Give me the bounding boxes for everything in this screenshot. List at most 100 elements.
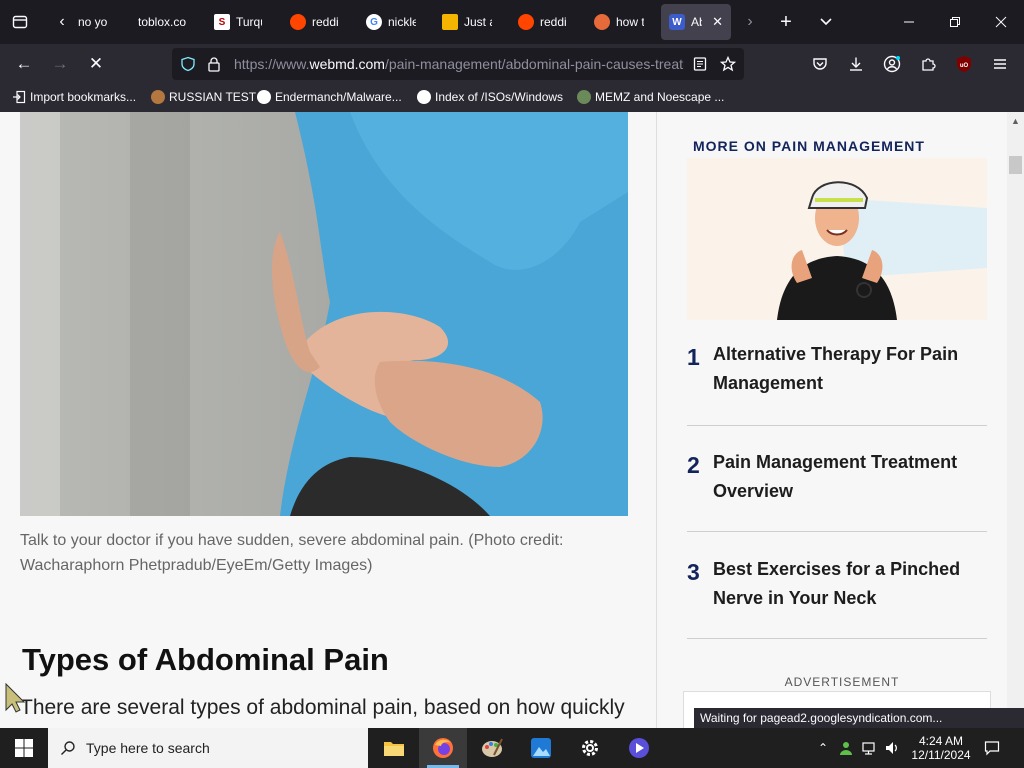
minimize-button[interactable] bbox=[895, 8, 923, 36]
bookmark-memz[interactable]: MEMZ and Noescape ... bbox=[577, 90, 724, 104]
tab-6[interactable]: reddi bbox=[510, 4, 576, 40]
firefox-view-button[interactable] bbox=[6, 8, 34, 36]
firefox-taskbar-button[interactable] bbox=[419, 728, 467, 768]
minimize-icon bbox=[904, 21, 914, 23]
bookmark-endermanch[interactable]: Endermanch/Malware... bbox=[257, 90, 402, 104]
lock-icon[interactable] bbox=[206, 56, 222, 72]
chevron-left-icon: ‹ bbox=[59, 13, 65, 30]
extensions-button[interactable] bbox=[914, 50, 942, 78]
tab-title: how t bbox=[616, 15, 644, 29]
forward-button[interactable]: → bbox=[46, 50, 74, 78]
ublock-icon: uO bbox=[957, 56, 971, 72]
bookmark-import[interactable]: Import bookmarks... bbox=[12, 90, 136, 104]
downloads-button[interactable] bbox=[842, 50, 870, 78]
shield-icon[interactable] bbox=[180, 56, 196, 72]
navigation-toolbar: ← → ✕ https://www.webmd.com/pain-managem… bbox=[0, 44, 1024, 84]
article-column: Talk to your doctor if you have sudden, … bbox=[0, 112, 656, 728]
tab-7[interactable]: how t bbox=[586, 4, 652, 40]
tab-title: Just a bbox=[464, 15, 492, 29]
tab-title: Ab bbox=[691, 15, 702, 29]
tab-title: no yo bbox=[78, 15, 108, 29]
new-tab-button[interactable]: + bbox=[772, 8, 800, 36]
paint-taskbar-button[interactable] bbox=[468, 728, 516, 768]
hamburger-menu-icon bbox=[994, 59, 1006, 69]
back-button[interactable]: ← bbox=[10, 50, 38, 78]
tab-3[interactable]: reddi bbox=[282, 4, 348, 40]
s-logo-icon: S bbox=[214, 14, 230, 30]
windows-taskbar: Type here to search ⌃ 4:24 AM 12/11/2024 bbox=[0, 728, 1024, 768]
pocket-button[interactable] bbox=[806, 50, 834, 78]
volume-icon[interactable] bbox=[884, 740, 900, 756]
clock[interactable]: 4:24 AM 12/11/2024 bbox=[906, 728, 976, 768]
video-editor-icon bbox=[629, 738, 649, 758]
section-heading: Types of Abdominal Pain bbox=[22, 642, 389, 677]
network-icon[interactable] bbox=[862, 740, 878, 756]
reader-view-icon[interactable] bbox=[692, 56, 708, 72]
star-bookmark-icon[interactable] bbox=[720, 56, 736, 72]
chevron-up-icon[interactable]: ⌃ bbox=[814, 741, 832, 755]
sidebar-heading: MORE ON PAIN MANAGEMENT bbox=[693, 138, 925, 154]
sidebar-item-link[interactable]: Alternative Therapy For Pain Management bbox=[713, 340, 983, 398]
vertical-scrollbar[interactable]: ▲ bbox=[1007, 112, 1024, 728]
item-number: 3 bbox=[687, 559, 700, 585]
cloud-icon bbox=[442, 14, 458, 30]
file-explorer-taskbar-button[interactable] bbox=[370, 728, 418, 768]
firefox-icon bbox=[433, 738, 453, 758]
restore-button[interactable] bbox=[941, 8, 969, 36]
stop-loading-button[interactable]: ✕ bbox=[82, 50, 110, 78]
globe-icon bbox=[151, 90, 165, 104]
tab-0[interactable]: no yo bbox=[70, 4, 122, 40]
folder-icon bbox=[384, 742, 404, 756]
bookmark-russian-test[interactable]: RUSSIAN TEST bbox=[151, 90, 256, 104]
notifications-button[interactable] bbox=[980, 728, 1004, 768]
search-placeholder: Type here to search bbox=[86, 740, 210, 756]
windows-logo-icon bbox=[15, 739, 33, 757]
tab-active[interactable]: W Ab ✕ bbox=[661, 4, 731, 40]
tab-title: nickle bbox=[388, 15, 416, 29]
account-button[interactable] bbox=[878, 50, 906, 78]
list-all-tabs-button[interactable] bbox=[812, 8, 840, 36]
tab-title: reddi bbox=[540, 15, 567, 29]
sidebar-item-link[interactable]: Pain Management Treatment Overview bbox=[713, 448, 983, 506]
ublock-button[interactable]: uO bbox=[950, 50, 978, 78]
search-icon bbox=[61, 741, 75, 755]
restore-icon bbox=[950, 17, 960, 27]
google-icon: G bbox=[366, 14, 382, 30]
webmd-icon: W bbox=[669, 14, 685, 30]
start-button[interactable] bbox=[0, 728, 48, 768]
url-domain: webmd.com bbox=[309, 56, 385, 72]
account-icon bbox=[883, 55, 901, 73]
item-number: 1 bbox=[687, 344, 700, 370]
sidebar-promo-image[interactable] bbox=[687, 158, 987, 320]
bookmark-isos[interactable]: Index of /ISOs/Windows bbox=[417, 90, 563, 104]
url-text[interactable]: https://www.webmd.com/pain-management/ab… bbox=[234, 56, 684, 72]
close-window-button[interactable] bbox=[987, 8, 1015, 36]
photos-taskbar-button[interactable] bbox=[517, 728, 565, 768]
close-icon: ✕ bbox=[88, 54, 104, 73]
sidebar-item-link[interactable]: Best Exercises for a Pinched Nerve in Yo… bbox=[713, 555, 983, 613]
tab-1[interactable]: toblox.co bbox=[130, 4, 196, 40]
chevron-right-icon: › bbox=[747, 13, 753, 30]
address-bar[interactable]: https://www.webmd.com/pain-management/ab… bbox=[172, 48, 744, 80]
chevron-down-icon bbox=[820, 18, 832, 26]
download-icon bbox=[850, 57, 862, 71]
menu-button[interactable] bbox=[986, 50, 1014, 78]
bookmark-label: RUSSIAN TEST bbox=[169, 90, 257, 104]
tab-2[interactable]: S Turqu bbox=[206, 4, 270, 40]
tab-4[interactable]: G nickle bbox=[358, 4, 424, 40]
scroll-up-icon[interactable]: ▲ bbox=[1011, 116, 1020, 126]
arrow-left-icon: ← bbox=[15, 54, 33, 73]
close-tab-icon[interactable]: ✕ bbox=[712, 14, 723, 30]
people-icon[interactable] bbox=[838, 740, 854, 756]
scrollbar-thumb[interactable] bbox=[1009, 156, 1022, 174]
tab-bar: ‹ no yo toblox.co S Turqu reddi G nickle… bbox=[0, 0, 1024, 44]
tab-5[interactable]: Just a bbox=[434, 4, 500, 40]
tab-title: Turqu bbox=[236, 15, 262, 29]
url-prefix: https://www. bbox=[234, 56, 310, 72]
bookmark-label: Endermanch/Malware... bbox=[275, 90, 402, 104]
taskbar-search-box[interactable]: Type here to search bbox=[48, 728, 368, 768]
scroll-tabs-right-button[interactable]: › bbox=[736, 8, 764, 36]
webpage-content: Talk to your doctor if you have sudden, … bbox=[0, 112, 1024, 728]
clipchamp-taskbar-button[interactable] bbox=[615, 728, 663, 768]
settings-taskbar-button[interactable] bbox=[566, 728, 614, 768]
